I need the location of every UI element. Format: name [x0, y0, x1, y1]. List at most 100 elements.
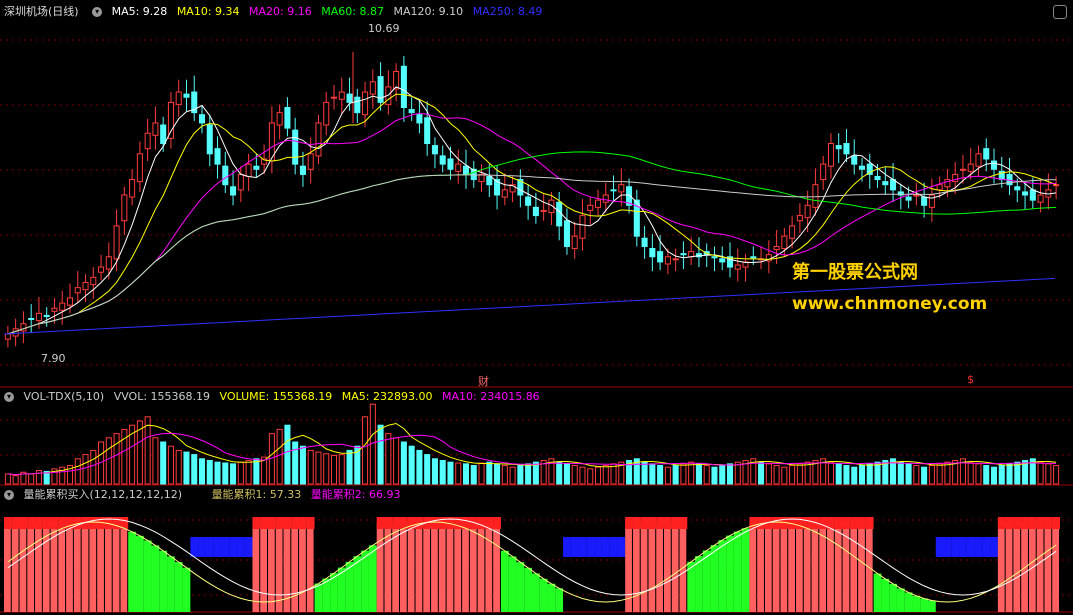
volume-bar [556, 461, 563, 485]
candle-body [843, 143, 850, 155]
candle-body [315, 122, 322, 157]
candle-body [416, 114, 423, 124]
indicator-bar [275, 522, 283, 612]
indicator-cap [392, 517, 400, 529]
candle-body [167, 101, 174, 139]
candle-body [222, 165, 229, 186]
indicator-bar [469, 522, 477, 612]
candle-body [113, 225, 120, 260]
indicator-bar [951, 537, 960, 557]
indicator-bar [834, 522, 842, 612]
candle-body [346, 93, 353, 103]
indicator-cap [4, 517, 12, 529]
indicator-bar [361, 550, 369, 612]
ma5-label: MA5: 9.28 [111, 5, 168, 18]
candle-body [299, 165, 306, 175]
candle-body [276, 112, 283, 126]
indicator-bar [252, 522, 260, 612]
indicator-bar [229, 537, 237, 557]
indicator-cap [1036, 517, 1045, 529]
volume-bar [703, 465, 710, 485]
volume-bar [944, 461, 951, 485]
candle-body [28, 318, 35, 321]
ma250-label: MA250: 8.49 [472, 5, 543, 18]
dropdown-icon[interactable]: ▾ [4, 490, 14, 500]
volume-bar [82, 454, 89, 485]
indicator-cap [431, 517, 439, 529]
indicator-bar [454, 522, 462, 612]
finance-marker[interactable]: 财 [478, 373, 489, 389]
indicator-bar [889, 583, 897, 612]
candle-body [330, 96, 338, 99]
candle-body [393, 70, 400, 90]
indicator-bar [244, 537, 253, 557]
volume-bar [680, 463, 687, 485]
indicator-bar [578, 537, 587, 557]
indicator-cap [306, 517, 315, 529]
volume-bar [571, 465, 578, 485]
volume-legend: ▾ VOL-TDX(5,10) VVOL: 155368.19 VOLUME: … [0, 388, 546, 406]
indicator-bar [912, 595, 921, 612]
candle-body [144, 132, 151, 150]
indicator-cap [1013, 517, 1022, 529]
indicator-bar [1044, 522, 1052, 612]
indicator-cap [850, 517, 859, 529]
volume-bar [1014, 461, 1021, 485]
indicator-cap [1021, 517, 1029, 529]
indicator-bar [632, 522, 640, 612]
indicator-cap [27, 517, 36, 529]
indicator-bar [1036, 522, 1044, 612]
volume-bar [517, 465, 524, 485]
candle-body [462, 165, 470, 175]
volume-bar [587, 468, 594, 485]
candle-body [750, 256, 757, 259]
volume-bar [594, 466, 602, 485]
indicator-bar [306, 522, 314, 612]
candle-body [90, 276, 97, 286]
candle-body [858, 165, 866, 170]
indicator-cap [648, 517, 657, 529]
dividend-marker[interactable]: $ [967, 373, 974, 386]
volume-bar [1053, 465, 1060, 485]
dropdown-icon[interactable]: ▾ [4, 392, 14, 402]
candle-body [455, 163, 462, 172]
indicator-bar [508, 556, 517, 612]
indicator-bar [796, 522, 803, 612]
volume-bar [276, 428, 283, 485]
volume-bar [866, 463, 873, 485]
volume-bar [804, 461, 811, 485]
vol-volume: VOLUME: 155368.19 [219, 390, 333, 403]
indicator-bar [671, 522, 679, 612]
indicator-bar [1005, 522, 1013, 612]
indicator-bar [943, 537, 952, 557]
indicator-cap [275, 517, 284, 529]
volume-bar [998, 465, 1005, 485]
candle-body [657, 251, 664, 263]
dropdown-icon[interactable]: ▾ [92, 7, 103, 17]
volume-bar [649, 463, 656, 485]
indicator-bar [260, 522, 267, 612]
indicator-bar [221, 537, 230, 557]
settings-icon[interactable] [1053, 5, 1067, 19]
indicator-bar [772, 522, 780, 612]
indicator-cap [1044, 517, 1053, 529]
indicator-bar [555, 588, 564, 612]
volume-bar [175, 449, 182, 485]
volume-bar [897, 461, 904, 485]
candle-body [501, 189, 508, 198]
indicator-bar [935, 537, 944, 557]
indicator-bar [182, 567, 191, 612]
candle-body [1037, 194, 1044, 203]
indicator-cap [625, 517, 633, 529]
indicator-bar [749, 522, 757, 612]
indicator-cap [865, 517, 874, 529]
indicator-bar [500, 550, 509, 612]
indicator-cap [1052, 517, 1060, 529]
indicator-bar [586, 537, 595, 557]
candle-body [245, 163, 252, 177]
ind-v2: 量能累积2: 66.93 [310, 488, 401, 501]
volume-bar [462, 463, 470, 485]
candle-body [152, 122, 159, 136]
volume-bar [362, 416, 369, 485]
indicator-cap [997, 517, 1006, 529]
